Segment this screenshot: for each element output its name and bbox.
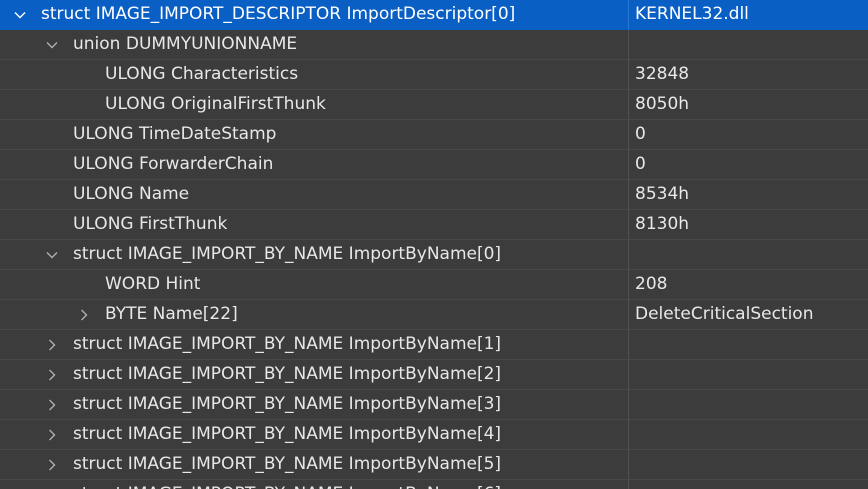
field-name-label: struct IMAGE_IMPORT_BY_NAME ImportByName… bbox=[73, 424, 502, 444]
field-name-label: ULONG OriginalFirstThunk bbox=[105, 94, 326, 114]
field-value-cell bbox=[629, 330, 868, 359]
chevron-right-icon[interactable] bbox=[43, 330, 61, 359]
field-value-cell bbox=[629, 240, 868, 269]
tree-row[interactable]: ULONG TimeDateStamp 0 bbox=[0, 120, 868, 150]
field-name-cell: struct IMAGE_IMPORT_BY_NAME ImportByName… bbox=[0, 390, 629, 419]
field-name-label: struct IMAGE_IMPORT_DESCRIPTOR ImportDes… bbox=[41, 4, 516, 24]
field-value-cell: 0 bbox=[635, 124, 646, 144]
tree-row[interactable]: struct IMAGE_IMPORT_DESCRIPTOR ImportDes… bbox=[0, 0, 868, 30]
field-name-cell: struct IMAGE_IMPORT_BY_NAME ImportByName… bbox=[0, 240, 629, 269]
field-name-label: union DUMMYUNIONNAME bbox=[73, 34, 298, 54]
field-name-label: ULONG FirstThunk bbox=[73, 214, 228, 234]
field-name-label: ULONG ForwarderChain bbox=[73, 154, 274, 174]
field-name-cell: ULONG Characteristics bbox=[0, 60, 629, 89]
chevron-right-icon[interactable] bbox=[75, 300, 93, 329]
field-value-cell: 8130h bbox=[635, 214, 690, 234]
tree-row[interactable]: ULONG Name 8534h bbox=[0, 180, 868, 210]
field-name-cell: struct IMAGE_IMPORT_BY_NAME ImportByName… bbox=[0, 360, 629, 389]
field-name-label: struct IMAGE_IMPORT_BY_NAME ImportByName… bbox=[73, 394, 502, 414]
field-value-cell bbox=[629, 450, 868, 479]
chevron-right-icon[interactable] bbox=[43, 420, 61, 449]
field-name-cell: struct IMAGE_IMPORT_BY_NAME ImportByName… bbox=[0, 450, 629, 479]
field-name-label: struct IMAGE_IMPORT_BY_NAME ImportByName… bbox=[73, 364, 502, 384]
chevron-right-icon[interactable] bbox=[43, 390, 61, 419]
field-name-cell: struct IMAGE_IMPORT_BY_NAME ImportByName… bbox=[0, 480, 629, 489]
tree-row[interactable]: ULONG OriginalFirstThunk 8050h bbox=[0, 90, 868, 120]
tree-row[interactable]: struct IMAGE_IMPORT_BY_NAME ImportByName… bbox=[0, 360, 868, 390]
field-value-cell bbox=[629, 30, 868, 59]
field-value-cell: 0 bbox=[635, 154, 646, 174]
field-name-label: struct IMAGE_IMPORT_BY_NAME ImportByName… bbox=[73, 334, 502, 354]
chevron-down-icon[interactable] bbox=[11, 0, 29, 29]
field-name-cell: ULONG Name bbox=[0, 180, 629, 209]
field-value-cell: 32848 bbox=[635, 64, 690, 84]
struct-tree-view[interactable]: struct IMAGE_IMPORT_DESCRIPTOR ImportDes… bbox=[0, 0, 868, 489]
field-name-label: WORD Hint bbox=[105, 274, 201, 294]
tree-row[interactable]: struct IMAGE_IMPORT_BY_NAME ImportByName… bbox=[0, 330, 868, 360]
field-name-cell: struct IMAGE_IMPORT_BY_NAME ImportByName… bbox=[0, 420, 629, 449]
tree-row[interactable]: union DUMMYUNIONNAME bbox=[0, 30, 868, 60]
field-name-cell: WORD Hint bbox=[0, 270, 629, 299]
field-name-cell: BYTE Name[22] bbox=[0, 300, 629, 329]
field-name-cell: ULONG TimeDateStamp bbox=[0, 120, 629, 149]
tree-row[interactable]: struct IMAGE_IMPORT_BY_NAME ImportByName… bbox=[0, 450, 868, 480]
field-name-cell: struct IMAGE_IMPORT_DESCRIPTOR ImportDes… bbox=[0, 0, 629, 29]
tree-row[interactable]: struct IMAGE_IMPORT_BY_NAME ImportByName… bbox=[0, 240, 868, 270]
tree-row[interactable]: ULONG ForwarderChain 0 bbox=[0, 150, 868, 180]
field-value-cell bbox=[629, 390, 868, 419]
tree-row[interactable]: struct IMAGE_IMPORT_BY_NAME ImportByName… bbox=[0, 390, 868, 420]
chevron-right-icon[interactable] bbox=[43, 360, 61, 389]
field-name-cell: ULONG OriginalFirstThunk bbox=[0, 90, 629, 119]
field-name-label: BYTE Name[22] bbox=[105, 304, 238, 324]
field-name-label: struct IMAGE_IMPORT_BY_NAME ImportByName… bbox=[73, 244, 502, 264]
field-name-cell: union DUMMYUNIONNAME bbox=[0, 30, 629, 59]
tree-row[interactable]: struct IMAGE_IMPORT_BY_NAME ImportByName… bbox=[0, 480, 868, 489]
tree-row[interactable]: ULONG Characteristics 32848 bbox=[0, 60, 868, 90]
field-value-cell: 8534h bbox=[635, 184, 690, 204]
field-name-label: ULONG Characteristics bbox=[105, 64, 299, 84]
field-value-cell bbox=[629, 480, 868, 489]
field-name-label: ULONG TimeDateStamp bbox=[73, 124, 277, 144]
field-value-cell: DeleteCriticalSection bbox=[635, 304, 814, 324]
tree-row[interactable]: WORD Hint 208 bbox=[0, 270, 868, 300]
field-name-label: struct IMAGE_IMPORT_BY_NAME ImportByName… bbox=[73, 480, 501, 489]
chevron-down-icon[interactable] bbox=[43, 240, 61, 269]
field-value-cell bbox=[629, 360, 868, 389]
field-name-label: ULONG Name bbox=[73, 184, 190, 204]
field-value-cell: 8050h bbox=[635, 94, 690, 114]
chevron-down-icon[interactable] bbox=[43, 30, 61, 59]
field-value-cell: 208 bbox=[635, 274, 668, 294]
field-name-cell: struct IMAGE_IMPORT_BY_NAME ImportByName… bbox=[0, 330, 629, 359]
field-name-cell: ULONG ForwarderChain bbox=[0, 150, 629, 179]
field-value-cell: KERNEL32.dll bbox=[635, 4, 749, 24]
tree-row[interactable]: ULONG FirstThunk 8130h bbox=[0, 210, 868, 240]
field-name-label: struct IMAGE_IMPORT_BY_NAME ImportByName… bbox=[73, 454, 502, 474]
tree-row[interactable]: struct IMAGE_IMPORT_BY_NAME ImportByName… bbox=[0, 420, 868, 450]
field-name-cell: ULONG FirstThunk bbox=[0, 210, 629, 239]
tree-row[interactable]: BYTE Name[22] DeleteCriticalSection bbox=[0, 300, 868, 330]
chevron-right-icon[interactable] bbox=[43, 480, 61, 489]
chevron-right-icon[interactable] bbox=[43, 450, 61, 479]
field-value-cell bbox=[629, 420, 868, 449]
